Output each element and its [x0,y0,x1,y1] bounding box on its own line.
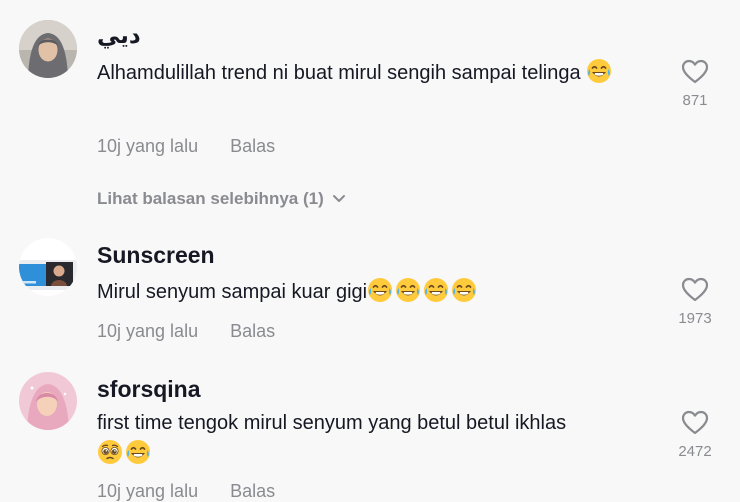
comment-meta: 10j yang lalu Balas [97,136,275,157]
timestamp: 10j yang lalu [97,321,199,341]
avatar[interactable] [19,372,77,430]
tears-of-joy-emoji-icon [125,439,151,465]
comment-meta: 10j yang lalu Balas [97,321,275,342]
username[interactable]: Sunscreen [97,242,215,269]
tears-of-joy-emoji-icon [395,277,421,303]
pleading-face-emoji-icon [97,439,123,465]
reply-button[interactable]: Balas [230,136,275,156]
like-count: 1973 [678,310,712,327]
tears-of-joy-emoji-icon [367,277,393,303]
like-button[interactable]: 871 [674,59,716,109]
reply-button[interactable]: Balas [230,481,275,501]
avatar[interactable] [19,238,77,296]
tears-of-joy-emoji-icon [586,58,612,84]
comment-text: first time tengok mirul senyum yang betu… [97,408,657,470]
view-more-replies-button[interactable]: Lihat balasan selebihnya (1) [97,188,346,209]
comment-meta: 10j yang lalu Balas [97,481,275,502]
heart-icon[interactable] [681,410,709,435]
like-button[interactable]: 2472 [674,410,716,460]
heart-icon[interactable] [681,59,709,84]
timestamp: 10j yang lalu [97,481,199,501]
comment-text-content: first time tengok mirul senyum yang betu… [97,412,567,434]
comment-text-content: Alhamdulillah trend ni buat mirul sengih… [97,62,581,84]
reply-button[interactable]: Balas [230,321,275,341]
comment-text: Mirul senyum sampai kuar gigi [97,277,657,308]
avatar[interactable] [19,20,77,78]
tears-of-joy-emoji-icon [423,277,449,303]
like-count: 871 [682,92,708,109]
chevron-down-icon [332,188,346,208]
like-button[interactable]: 1973 [674,277,716,327]
username[interactable]: ديي [97,22,141,49]
view-more-replies-label: Lihat balasan selebihnya (1) [97,189,324,208]
tears-of-joy-emoji-icon [451,277,477,303]
comment-text-content: Mirul senyum sampai kuar gigi [97,281,368,303]
heart-icon[interactable] [681,277,709,302]
timestamp: 10j yang lalu [97,136,199,156]
comment-text: Alhamdulillah trend ni buat mirul sengih… [97,58,657,89]
username[interactable]: sforsqina [97,376,201,403]
like-count: 2472 [678,443,712,460]
